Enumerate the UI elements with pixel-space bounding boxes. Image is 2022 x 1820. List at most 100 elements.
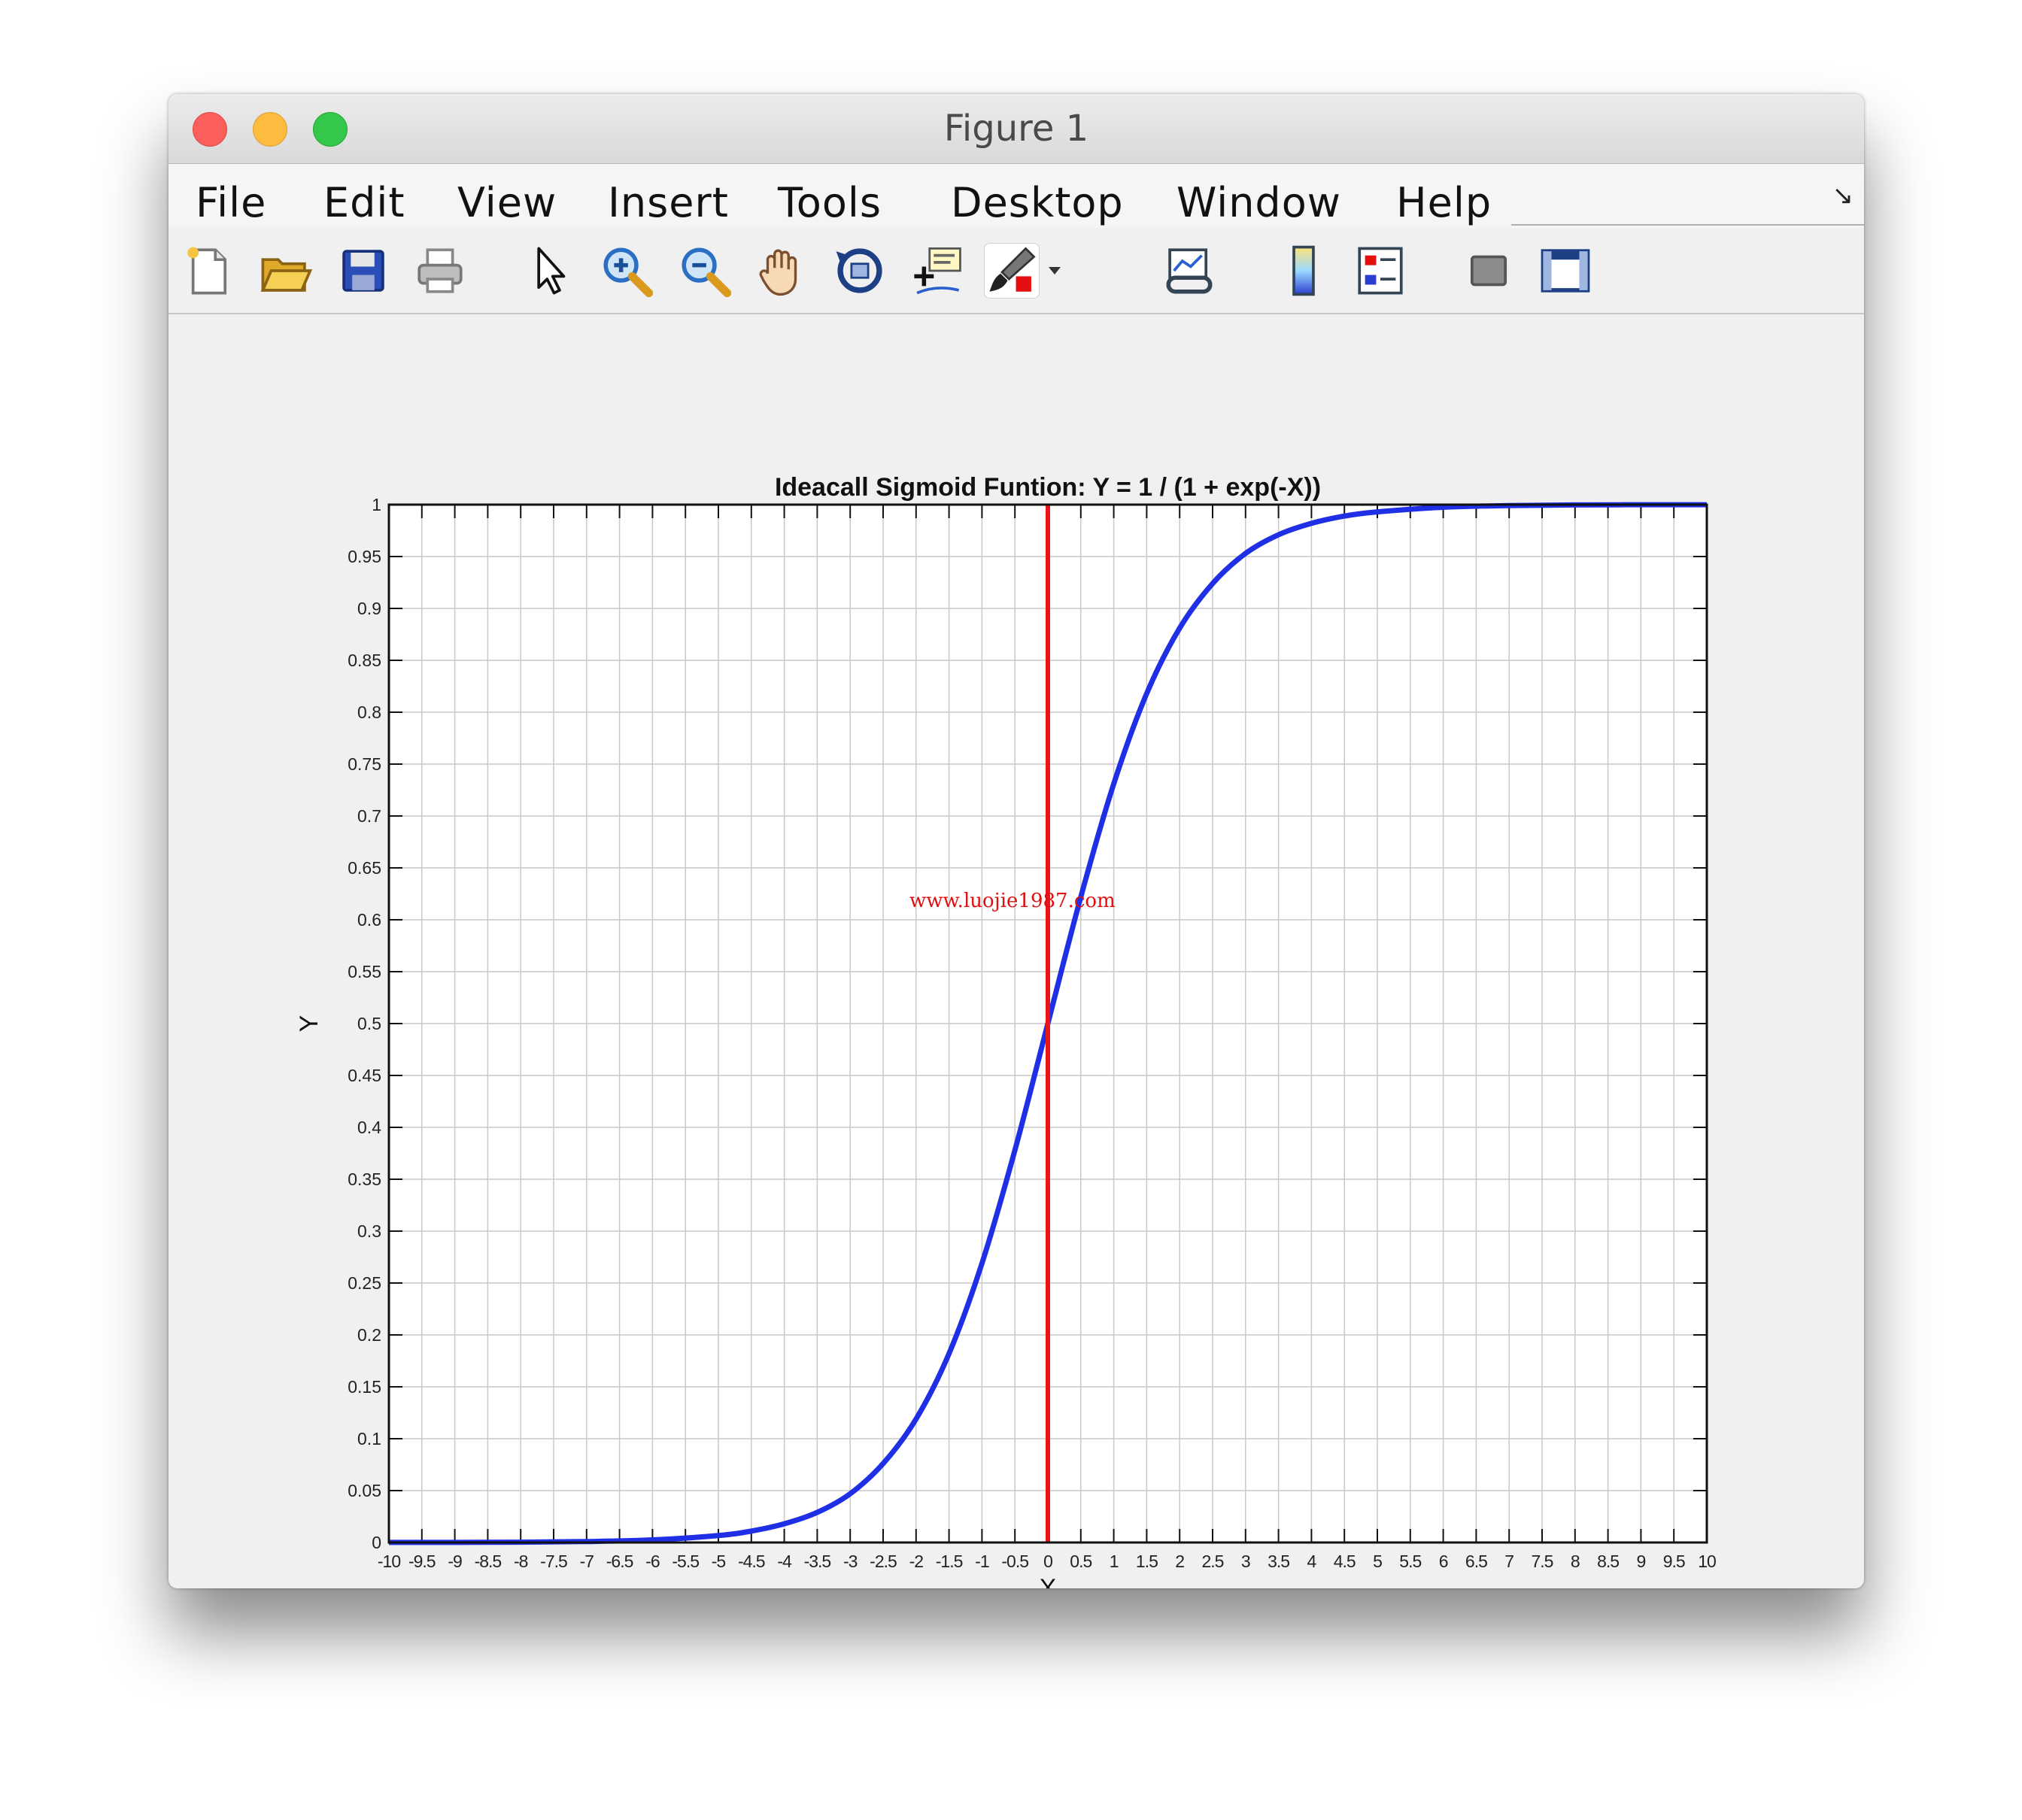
x-tick-label: 0.5 — [1070, 1552, 1091, 1571]
x-tick-label: -7.5 — [540, 1552, 567, 1571]
dock-arrow-icon[interactable]: ↘ — [1832, 180, 1854, 211]
rotate-3d-icon[interactable] — [832, 243, 888, 299]
x-tick-label: -8.5 — [475, 1552, 502, 1571]
y-tick-label: 0.6 — [357, 910, 381, 930]
x-tick-label: 2.5 — [1202, 1552, 1224, 1571]
brush-icon[interactable] — [984, 243, 1040, 299]
menu-window[interactable]: Window — [1176, 179, 1341, 226]
x-tick-label: -6.5 — [606, 1552, 633, 1571]
x-tick-label: -4 — [777, 1552, 792, 1571]
y-tick-label: 0.3 — [357, 1221, 381, 1241]
brush-dropdown-icon[interactable] — [1040, 243, 1070, 299]
title-bar[interactable]: Figure 1 — [168, 94, 1864, 164]
x-axis-label: X — [1040, 1574, 1057, 1588]
menu-divider — [1511, 224, 1864, 226]
x-tick-label: 10 — [1698, 1552, 1716, 1571]
new-figure-icon[interactable] — [181, 243, 236, 299]
link-plot-icon[interactable] — [1161, 243, 1217, 299]
chart-title: Ideacall Sigmoid Funtion: Y = 1 / (1 + e… — [775, 473, 1321, 502]
y-tick-label: 0.25 — [348, 1273, 381, 1293]
x-tick-label: 4.5 — [1334, 1552, 1356, 1571]
legend-icon[interactable] — [1353, 243, 1408, 299]
menu-insert[interactable]: Insert — [608, 179, 729, 226]
y-tick-label: 0.5 — [357, 1014, 381, 1033]
y-tick-label: 0.75 — [348, 754, 381, 774]
x-tick-label: 8.5 — [1597, 1552, 1619, 1571]
y-tick-label: 0.7 — [357, 806, 381, 826]
figure-window: Figure 1 File Edit View Insert Tools Des… — [168, 94, 1864, 1588]
menu-edit[interactable]: Edit — [323, 179, 405, 226]
x-tick-label: 6 — [1439, 1552, 1448, 1571]
y-tick-label: 0.15 — [348, 1377, 381, 1397]
x-tick-label: -3 — [843, 1552, 858, 1571]
x-tick-label: -1.5 — [936, 1552, 963, 1571]
y-tick-label: 0.4 — [357, 1118, 381, 1137]
menu-file[interactable]: File — [196, 179, 266, 226]
x-tick-label: 1 — [1110, 1552, 1119, 1571]
x-tick-label: -2 — [909, 1552, 924, 1571]
data-cursor-icon[interactable] — [909, 243, 964, 299]
x-tick-label: -1 — [975, 1552, 989, 1571]
show-plot-tools-icon[interactable] — [1538, 243, 1593, 299]
x-tick-label: 6.5 — [1465, 1552, 1487, 1571]
x-tick-label: -9.5 — [408, 1552, 436, 1571]
menu-help[interactable]: Help — [1396, 179, 1492, 226]
y-tick-label: 0.95 — [348, 547, 381, 566]
y-axis-label: Y — [295, 1015, 323, 1033]
colorbar-icon[interactable] — [1276, 243, 1331, 299]
x-tick-label: -7 — [580, 1552, 594, 1571]
x-tick-label: 5 — [1373, 1552, 1382, 1571]
x-tick-label: 7 — [1504, 1552, 1513, 1571]
y-tick-label: 0.45 — [348, 1066, 381, 1085]
x-tick-label: -4.5 — [738, 1552, 765, 1571]
menu-view[interactable]: View — [457, 179, 557, 226]
zoom-in-icon[interactable] — [599, 243, 654, 299]
x-tick-label: 3.5 — [1268, 1552, 1289, 1571]
y-tick-label: 0.8 — [357, 702, 381, 722]
y-tick-label: 0.9 — [357, 599, 381, 618]
axes-plot[interactable]: -10 -9.5 -9 -8.5 -8 -7.5 -7 -6.5 -6 -5.5 -5 -4.5 -4-… — [168, 314, 1864, 1588]
x-tick-label: 7.5 — [1532, 1552, 1553, 1571]
save-icon[interactable] — [335, 243, 391, 299]
watermark-text: www.luojie1987.com — [909, 890, 1116, 912]
x-tick-label: 1.5 — [1136, 1552, 1158, 1571]
y-tick-label: 0.85 — [348, 651, 381, 670]
x-tick-label: -5 — [712, 1552, 726, 1571]
x-tick-label: 0 — [1043, 1552, 1052, 1571]
hide-plot-tools-icon[interactable] — [1461, 243, 1516, 299]
print-icon[interactable] — [412, 243, 468, 299]
x-tick-label: -10 — [378, 1552, 400, 1571]
window-title: Figure 1 — [943, 108, 1089, 150]
x-tick-label: -6 — [645, 1552, 660, 1571]
y-tick-label: 1 — [372, 495, 381, 514]
x-tick-label: 8 — [1571, 1552, 1580, 1571]
x-tick-label: -5.5 — [672, 1552, 699, 1571]
open-file-icon[interactable] — [257, 243, 313, 299]
zoom-out-icon[interactable] — [677, 243, 733, 299]
x-tick-label: 9.5 — [1663, 1552, 1685, 1571]
y-tick-label: 0.1 — [357, 1429, 381, 1448]
x-tick-label: -2.5 — [870, 1552, 897, 1571]
figure-canvas[interactable]: -10 -9.5 -9 -8.5 -8 -7.5 -7 -6.5 -6 -5.5 -5 -4.5 -4-… — [168, 314, 1864, 1588]
menu-bar: File Edit View Insert Tools Desktop Wind… — [168, 164, 1864, 228]
y-tick-label: 0.35 — [348, 1169, 381, 1189]
y-tick-label: 0.55 — [348, 962, 381, 981]
x-tick-label: 3 — [1241, 1552, 1250, 1571]
y-tick-label: 0.65 — [348, 858, 381, 878]
x-tick-label: 2 — [1175, 1552, 1184, 1571]
figure-toolbar — [168, 229, 1864, 314]
x-tick-label: -0.5 — [1001, 1552, 1028, 1571]
x-tick-label: -9 — [448, 1552, 462, 1571]
y-tick-label: 0.05 — [348, 1481, 381, 1500]
pan-hand-icon[interactable] — [754, 243, 809, 299]
x-tick-label: 9 — [1637, 1552, 1646, 1571]
y-tick-label: 0.2 — [357, 1325, 381, 1345]
x-tick-label: -3.5 — [804, 1552, 831, 1571]
y-tick-label: 0 — [372, 1533, 381, 1552]
menu-desktop[interactable]: Desktop — [951, 179, 1124, 226]
x-tick-label: -8 — [514, 1552, 528, 1571]
x-tick-label: 5.5 — [1399, 1552, 1421, 1571]
edit-plot-arrow-icon[interactable] — [522, 243, 578, 299]
menu-tools[interactable]: Tools — [778, 179, 882, 226]
x-tick-label: 4 — [1307, 1552, 1317, 1571]
